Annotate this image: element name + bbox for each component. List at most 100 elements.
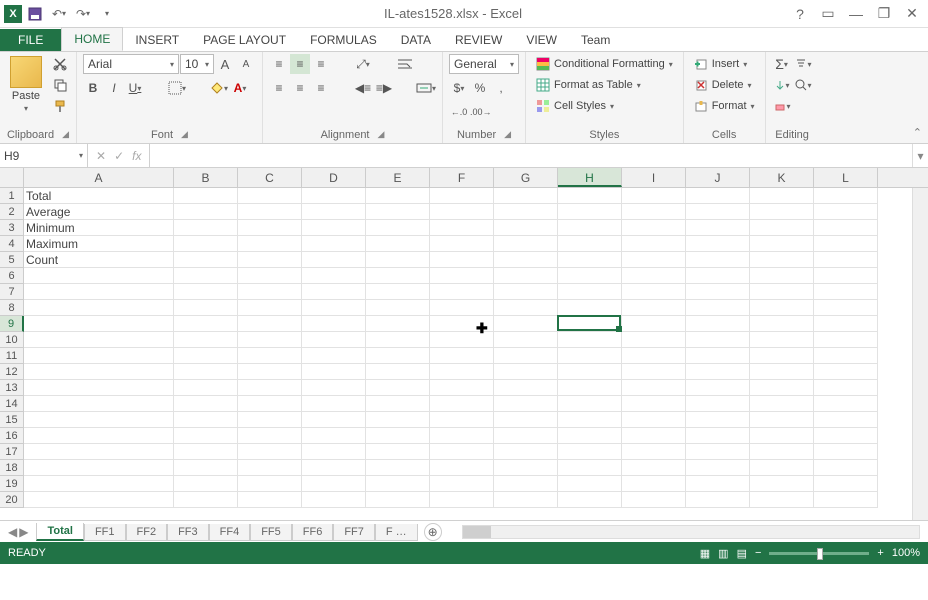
cell-I16[interactable]: [622, 428, 686, 444]
column-header-H[interactable]: H: [558, 168, 622, 187]
save-icon[interactable]: [24, 3, 46, 25]
cell-I15[interactable]: [622, 412, 686, 428]
cell-D11[interactable]: [302, 348, 366, 364]
cell-B5[interactable]: [174, 252, 238, 268]
cell-H8[interactable]: [558, 300, 622, 316]
cell-J18[interactable]: [686, 460, 750, 476]
clipboard-dialog-launcher[interactable]: ◢: [62, 129, 69, 141]
cell-K6[interactable]: [750, 268, 814, 284]
cell-E7[interactable]: [366, 284, 430, 300]
cell-D7[interactable]: [302, 284, 366, 300]
sheet-tab-ff3[interactable]: FF3: [167, 524, 209, 541]
cell-G6[interactable]: [494, 268, 558, 284]
cell-H6[interactable]: [558, 268, 622, 284]
row-header-10[interactable]: 10: [0, 332, 24, 348]
sort-filter-button[interactable]: ▾: [793, 54, 813, 74]
cell-J14[interactable]: [686, 396, 750, 412]
cell-H9[interactable]: [558, 316, 622, 332]
cell-K9[interactable]: [750, 316, 814, 332]
cell-D14[interactable]: [302, 396, 366, 412]
decrease-decimal-button[interactable]: .00→: [470, 102, 492, 122]
row-header-13[interactable]: 13: [0, 380, 24, 396]
cell-E4[interactable]: [366, 236, 430, 252]
cell-L4[interactable]: [814, 236, 878, 252]
select-all-corner[interactable]: [0, 168, 24, 187]
cell-D4[interactable]: [302, 236, 366, 252]
cell-K5[interactable]: [750, 252, 814, 268]
decrease-indent-button[interactable]: ◀≡: [353, 78, 373, 98]
cell-I12[interactable]: [622, 364, 686, 380]
cell-H16[interactable]: [558, 428, 622, 444]
cell-J7[interactable]: [686, 284, 750, 300]
cell-L11[interactable]: [814, 348, 878, 364]
cell-L10[interactable]: [814, 332, 878, 348]
cell-C13[interactable]: [238, 380, 302, 396]
cell-E14[interactable]: [366, 396, 430, 412]
cell-H5[interactable]: [558, 252, 622, 268]
formula-enter-button[interactable]: ✓: [114, 149, 124, 163]
cell-J11[interactable]: [686, 348, 750, 364]
cell-C12[interactable]: [238, 364, 302, 380]
cell-H3[interactable]: [558, 220, 622, 236]
cell-H10[interactable]: [558, 332, 622, 348]
tab-file[interactable]: FILE: [0, 29, 61, 51]
cell-F16[interactable]: [430, 428, 494, 444]
align-right-button[interactable]: ≡: [311, 78, 331, 98]
cell-K10[interactable]: [750, 332, 814, 348]
redo-icon[interactable]: ↷▾: [72, 3, 94, 25]
row-header-2[interactable]: 2: [0, 204, 24, 220]
cell-H18[interactable]: [558, 460, 622, 476]
cell-L7[interactable]: [814, 284, 878, 300]
cell-G5[interactable]: [494, 252, 558, 268]
increase-decimal-button[interactable]: ←.0: [449, 102, 469, 122]
cell-K3[interactable]: [750, 220, 814, 236]
cell-A14[interactable]: [24, 396, 174, 412]
decrease-font-button[interactable]: A: [236, 54, 256, 74]
cell-E17[interactable]: [366, 444, 430, 460]
cell-D3[interactable]: [302, 220, 366, 236]
normal-view-button[interactable]: ▦: [700, 547, 710, 560]
cell-D2[interactable]: [302, 204, 366, 220]
cell-D20[interactable]: [302, 492, 366, 508]
cell-L20[interactable]: [814, 492, 878, 508]
fill-button[interactable]: ▾: [772, 75, 792, 95]
cell-L18[interactable]: [814, 460, 878, 476]
cell-J5[interactable]: [686, 252, 750, 268]
cell-B15[interactable]: [174, 412, 238, 428]
cell-I18[interactable]: [622, 460, 686, 476]
cell-L9[interactable]: [814, 316, 878, 332]
cell-I6[interactable]: [622, 268, 686, 284]
vertical-scrollbar[interactable]: [912, 188, 928, 520]
cell-J16[interactable]: [686, 428, 750, 444]
zoom-in-button[interactable]: +: [877, 547, 883, 559]
cell-E3[interactable]: [366, 220, 430, 236]
cell-I13[interactable]: [622, 380, 686, 396]
cell-E1[interactable]: [366, 188, 430, 204]
row-header-5[interactable]: 5: [0, 252, 24, 268]
cell-C10[interactable]: [238, 332, 302, 348]
insert-function-button[interactable]: fx: [132, 149, 141, 163]
cell-G9[interactable]: [494, 316, 558, 332]
cell-L15[interactable]: [814, 412, 878, 428]
cell-D18[interactable]: [302, 460, 366, 476]
cell-F20[interactable]: [430, 492, 494, 508]
cell-E2[interactable]: [366, 204, 430, 220]
cell-B9[interactable]: [174, 316, 238, 332]
cell-F7[interactable]: [430, 284, 494, 300]
cell-D13[interactable]: [302, 380, 366, 396]
row-header-7[interactable]: 7: [0, 284, 24, 300]
cell-D10[interactable]: [302, 332, 366, 348]
orientation-button[interactable]: ⤢▾: [353, 54, 373, 74]
cell-K13[interactable]: [750, 380, 814, 396]
align-left-button[interactable]: ≡: [269, 78, 289, 98]
cell-J4[interactable]: [686, 236, 750, 252]
cell-L19[interactable]: [814, 476, 878, 492]
cell-A3[interactable]: Minimum: [24, 220, 174, 236]
cell-C14[interactable]: [238, 396, 302, 412]
tab-insert[interactable]: INSERT: [123, 29, 191, 51]
cell-B1[interactable]: [174, 188, 238, 204]
sheet-tab-ff2[interactable]: FF2: [126, 524, 168, 541]
cell-L5[interactable]: [814, 252, 878, 268]
row-header-17[interactable]: 17: [0, 444, 24, 460]
cell-D6[interactable]: [302, 268, 366, 284]
